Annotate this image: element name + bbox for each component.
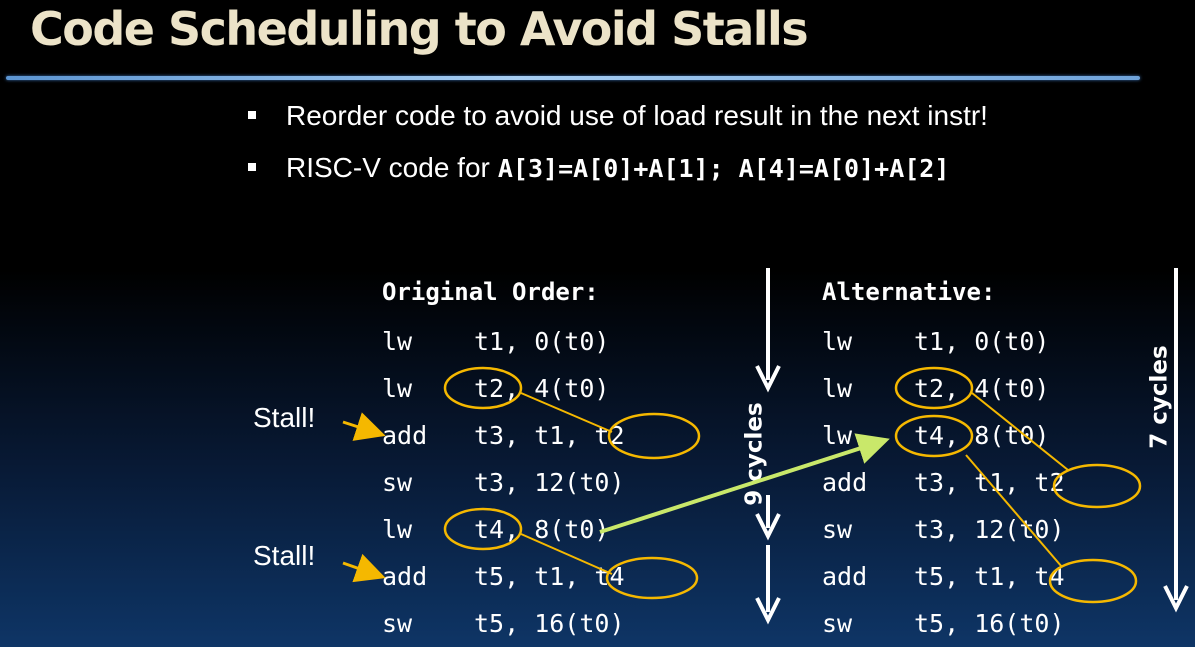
highlight-oval [894,414,974,458]
highlight-oval [1052,463,1142,509]
annotation-overlay [342,268,1189,625]
highlight-oval [443,507,523,551]
stall-arrow-icon [342,412,386,441]
stall-arrow-icon [342,553,386,583]
dependency-line [965,454,1063,568]
highlight-oval [894,366,974,410]
highlight-oval [605,556,699,600]
highlight-oval [1048,558,1138,604]
highlight-oval [443,366,523,410]
dependency-line [971,392,1069,471]
dependency-line [520,392,613,433]
dependency-line [520,533,613,575]
highlight-oval [607,412,701,460]
move-arrow-icon [599,433,890,534]
